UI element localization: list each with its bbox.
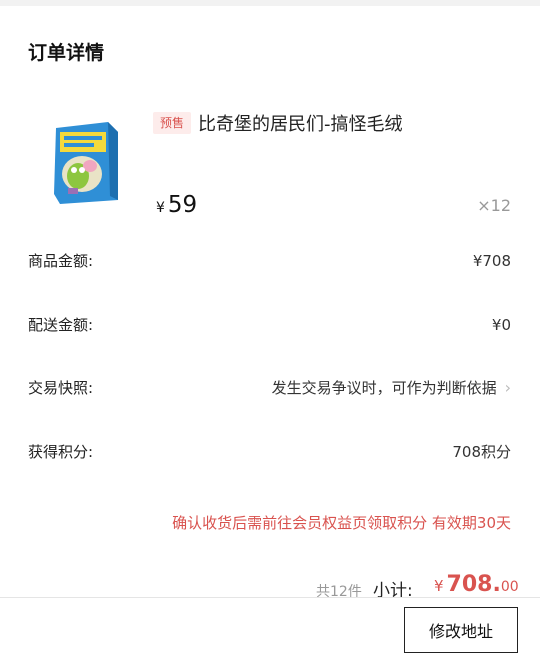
product-quantity: ×12	[477, 196, 511, 215]
bottom-bar: 共12件 小计: ¥708.00 修改地址	[0, 570, 540, 667]
toy-box-image-icon	[54, 122, 118, 204]
points-label: 获得积分:	[28, 443, 94, 461]
order-detail-card: 订单详情 预售 比奇堡的居民们-搞怪毛绒 ¥59 ×12 商品金额: ¥708 …	[0, 6, 540, 667]
product-image[interactable]	[48, 118, 122, 206]
presale-badge: 预售	[153, 112, 192, 134]
currency-symbol: ¥	[156, 200, 165, 216]
trade-snapshot-value: 发生交易争议时，可作为判断依据	[271, 379, 497, 397]
subtotal-decimal: 00	[500, 579, 519, 595]
subtotal-amount: ¥708.00	[434, 572, 519, 597]
subtotal-currency: ¥	[434, 577, 444, 595]
page-title: 订单详情	[28, 42, 105, 64]
shipping-amount-label: 配送金额:	[28, 316, 94, 334]
trade-snapshot-row[interactable]: 交易快照: 发生交易争议时，可作为判断依据 ›	[28, 377, 511, 398]
goods-amount-label: 商品金额:	[28, 252, 94, 270]
price-value: 59	[167, 192, 198, 218]
goods-amount-value: ¥708	[472, 251, 511, 270]
points-row: 获得积分: 708积分	[28, 441, 511, 462]
points-notice: 确认收货后需前往会员权益页领取积分 有效期30天	[172, 514, 511, 532]
goods-amount-row: 商品金额: ¥708	[28, 250, 511, 271]
trade-snapshot-label: 交易快照:	[28, 379, 94, 397]
product-price: ¥59	[156, 192, 197, 218]
product-name[interactable]: 比奇堡的居民们-搞怪毛绒	[198, 110, 403, 136]
shipping-amount-value: ¥0	[491, 315, 511, 334]
points-value: 708积分	[452, 443, 511, 461]
subtotal-integer: 708.	[446, 572, 501, 597]
item-count: 共12件	[316, 584, 362, 600]
trade-snapshot-link: 发生交易争议时，可作为判断依据 ›	[272, 377, 511, 398]
chevron-right-icon: ›	[504, 378, 511, 397]
shipping-amount-row: 配送金额: ¥0	[28, 314, 511, 335]
divider	[0, 597, 540, 598]
modify-address-button[interactable]: 修改地址	[404, 607, 518, 653]
